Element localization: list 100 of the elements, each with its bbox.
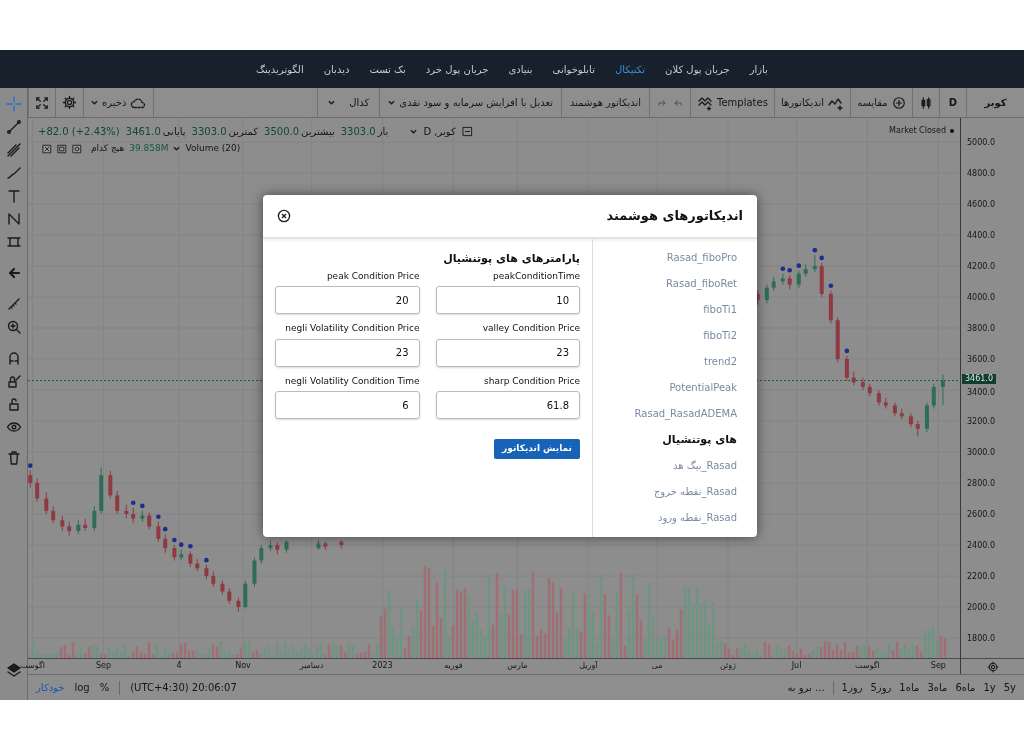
indicators-button[interactable]: اندیکاتورها (780, 95, 825, 110)
field-label: sharp Condition Price (483, 374, 580, 388)
indicator-item[interactable]: trend2 (704, 353, 737, 371)
price-label: 4600.0 (967, 199, 995, 209)
range-button[interactable]: 1ماه (899, 680, 920, 695)
indicator-item[interactable]: fiboTi1 (703, 301, 737, 319)
candlestick (252, 556, 257, 588)
remove-icon[interactable] (42, 143, 52, 154)
text-tool-icon[interactable] (5, 188, 22, 204)
compare-button[interactable]: مقایسه (857, 95, 888, 110)
scale-option[interactable]: % (99, 680, 110, 695)
candlestick (892, 401, 897, 417)
candlestick (860, 377, 865, 391)
field-label: peakConditionTime (492, 269, 580, 283)
input-field[interactable]: 23 (275, 338, 420, 367)
range-button[interactable]: 5y (1003, 680, 1016, 695)
scale-option[interactable]: log (74, 680, 90, 695)
time-label: اگوست (855, 660, 880, 672)
nav-link[interactable]: بنیادی (508, 61, 533, 77)
price-label: 4400.0 (967, 230, 995, 240)
fullscreen-icon[interactable] (35, 95, 49, 110)
last-price-tag: 3461.0 (962, 374, 996, 385)
smart-indicator-button[interactable]: اندیکاتور هوشمند (570, 95, 642, 110)
codal-dropdown[interactable]: کدال (349, 95, 370, 110)
input-field[interactable]: 23 (435, 338, 580, 367)
price-label: 3000.0 (967, 447, 995, 457)
indicator-item[interactable]: Rasad_بیگ هد (673, 457, 737, 475)
caret-icon (173, 145, 181, 153)
indicator-item[interactable]: Rasad_نقطه ورود (657, 509, 737, 527)
candles-icon[interactable] (918, 95, 933, 110)
stat-value: 3500.0 (264, 125, 300, 139)
nav-link[interactable]: تکنیکال (614, 61, 646, 77)
close-icon[interactable] (277, 209, 291, 223)
time-label: Jul (791, 660, 802, 672)
nav-link[interactable]: جریان پول کلان (665, 61, 730, 77)
time-label: Sep (95, 660, 111, 672)
price-label: 3800.0 (967, 323, 995, 333)
nav-link[interactable]: بک تست (369, 61, 406, 77)
candlestick (92, 505, 97, 532)
input-field[interactable]: 6 (275, 391, 420, 419)
candlestick (940, 374, 945, 406)
settings-small-icon[interactable] (72, 143, 82, 154)
lock-pencil-icon[interactable] (5, 373, 22, 389)
symbol-label[interactable]: کوبر, D (423, 124, 456, 139)
range-button[interactable]: 1روز (841, 680, 863, 695)
templates-button[interactable]: Templates (717, 95, 768, 110)
zoom-in-icon[interactable] (5, 319, 22, 335)
indicator-item[interactable]: fiboTi2 (703, 327, 737, 345)
range-button[interactable]: 1y (983, 680, 996, 695)
show-indicator-button[interactable]: نمایش اندیکاتور (494, 439, 580, 459)
price-label: 2000.0 (967, 602, 995, 612)
nav-link[interactable]: تابلوخوانی (552, 61, 595, 77)
caret-icon (91, 99, 98, 106)
input-field[interactable]: 10 (435, 286, 580, 314)
clock-text: (UTC+4:30) 20:06:07 (130, 681, 237, 695)
line-tool-icon[interactable] (5, 119, 22, 135)
candlestick (156, 521, 161, 543)
change-value: +82.0 (+2.43%) (38, 125, 120, 139)
range-button[interactable]: 5روز (870, 680, 892, 695)
candlestick (243, 580, 248, 610)
price-label: 4200.0 (967, 261, 995, 271)
range-button[interactable]: 6ماه (955, 680, 976, 695)
pattern-icon[interactable] (5, 211, 22, 227)
save-button[interactable]: ذخیره (102, 95, 127, 110)
eye-icon[interactable] (5, 419, 22, 435)
time-label: می (651, 660, 663, 672)
candlestick (44, 491, 49, 515)
time-label: 4 (176, 660, 182, 672)
adjustment-dropdown[interactable]: تعدیل با افزایش سرمایه و سود نقدی (399, 95, 554, 110)
trash-icon[interactable] (5, 450, 22, 466)
nav-link[interactable]: جریان پول خرد (425, 61, 489, 77)
collapse-icon[interactable] (461, 126, 473, 137)
indicator-item[interactable]: Rasad_نقطه خروج (653, 483, 737, 501)
hide-icon[interactable] (57, 143, 67, 154)
candlestick (35, 477, 40, 503)
symbol-label[interactable]: کوبر (984, 95, 1007, 110)
indicator-item[interactable]: Rasad_fiboPro (666, 249, 737, 267)
nav-link[interactable]: دیدبان (323, 61, 350, 77)
price-label: 4000.0 (967, 292, 995, 302)
brush-icon[interactable] (5, 165, 22, 181)
candlestick (115, 490, 120, 515)
plus-circle-icon[interactable] (891, 95, 906, 110)
nav-link[interactable]: الگوتریدینگ (256, 61, 304, 77)
candlestick (163, 533, 168, 554)
field-label: negli Volatility Condition Time (284, 374, 420, 388)
range-button[interactable]: 3ماه (927, 680, 948, 695)
nav-link[interactable]: بازار (749, 61, 768, 77)
interval-button[interactable]: D (948, 95, 957, 110)
indicator-item[interactable]: PotentialPeak (669, 379, 737, 397)
goto-button[interactable]: برو به ... (787, 680, 825, 695)
input-field[interactable]: 20 (275, 286, 420, 314)
time-label: 2023 (372, 660, 393, 672)
indicator-item[interactable]: Rasad_fiboRet (666, 275, 737, 293)
measure-icon[interactable] (5, 234, 22, 250)
input-field[interactable]: 61.8 (435, 391, 580, 419)
stat-label: پایانی (162, 125, 186, 139)
indicator-item[interactable]: Rasad_RasadADEMA (634, 405, 737, 423)
caret-icon (410, 128, 418, 135)
stat-value: 3303.0 (340, 125, 376, 139)
price-label: 2400.0 (967, 540, 995, 550)
